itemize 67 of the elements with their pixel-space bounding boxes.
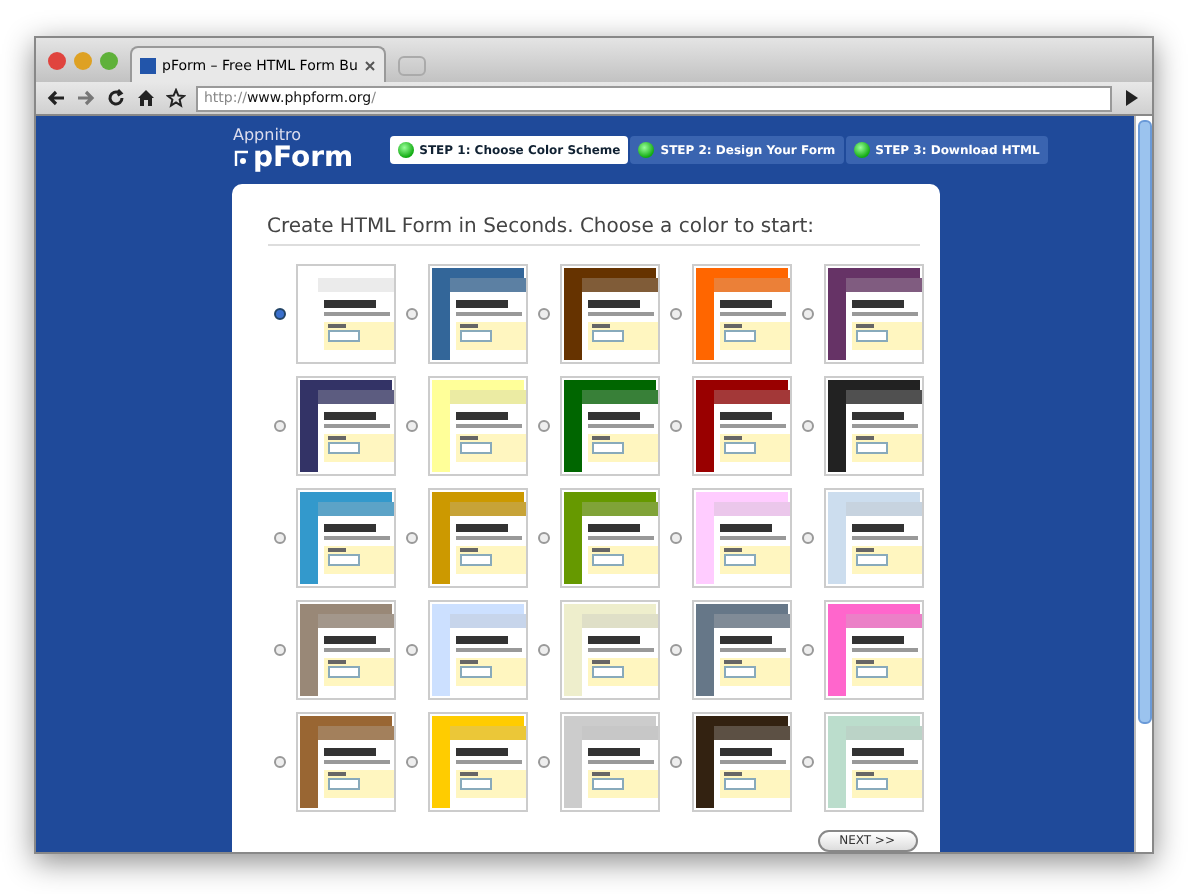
home-icon[interactable] xyxy=(136,88,156,108)
form-preview-thumbnail[interactable] xyxy=(427,600,527,700)
radio-button[interactable] xyxy=(405,644,417,656)
form-preview-thumbnail[interactable] xyxy=(559,264,659,364)
radio-button[interactable] xyxy=(273,420,285,432)
radio-button[interactable] xyxy=(405,532,417,544)
form-preview-thumbnail[interactable] xyxy=(427,712,527,812)
heading: Create HTML Form in Seconds. Choose a color to start: xyxy=(267,216,919,246)
radio-button[interactable] xyxy=(537,532,549,544)
form-preview-thumbnail[interactable] xyxy=(823,600,923,700)
step-bullet-icon xyxy=(638,142,655,158)
radio-button[interactable] xyxy=(801,308,813,320)
radio-button[interactable] xyxy=(405,420,417,432)
radio-button[interactable] xyxy=(801,532,813,544)
reload-icon[interactable] xyxy=(106,88,126,108)
radio-button[interactable] xyxy=(273,532,285,544)
step-bullet-icon xyxy=(397,142,414,158)
radio-button[interactable] xyxy=(405,756,417,768)
form-preview-thumbnail[interactable] xyxy=(691,712,791,812)
form-preview-thumbnail[interactable] xyxy=(823,264,923,364)
form-preview-thumbnail[interactable] xyxy=(691,376,791,476)
form-preview-thumbnail[interactable] xyxy=(427,376,527,476)
form-preview-thumbnail[interactable] xyxy=(691,600,791,700)
radio-button[interactable] xyxy=(537,756,549,768)
form-preview-thumbnail[interactable] xyxy=(559,488,659,588)
form-preview-thumbnail[interactable] xyxy=(295,488,395,588)
form-preview-thumbnail[interactable] xyxy=(427,264,527,364)
form-preview-thumbnail[interactable] xyxy=(691,264,791,364)
back-icon[interactable] xyxy=(46,88,66,108)
close-button[interactable] xyxy=(48,51,66,69)
scrollbar[interactable] xyxy=(1134,116,1152,852)
forward-icon[interactable] xyxy=(76,88,96,108)
radio-button[interactable] xyxy=(669,308,681,320)
form-preview-thumbnail[interactable] xyxy=(427,488,527,588)
form-preview-thumbnail[interactable] xyxy=(691,488,791,588)
form-preview-thumbnail[interactable] xyxy=(823,488,923,588)
play-icon[interactable] xyxy=(1122,88,1142,108)
form-preview-thumbnail[interactable] xyxy=(823,376,923,476)
step-bullet-icon xyxy=(853,142,870,158)
form-preview-thumbnail[interactable] xyxy=(559,600,659,700)
favicon-icon xyxy=(140,57,156,73)
logo-caption: Appnitro xyxy=(233,128,304,144)
radio-button[interactable] xyxy=(537,420,549,432)
radio-button[interactable] xyxy=(273,644,285,656)
radio-button[interactable] xyxy=(669,532,681,544)
radio-button[interactable] xyxy=(669,420,681,432)
radio-button[interactable] xyxy=(669,756,681,768)
form-preview-thumbnail[interactable] xyxy=(295,712,395,812)
radio-button[interactable] xyxy=(273,308,285,320)
form-preview-thumbnail[interactable] xyxy=(559,376,659,476)
radio-button[interactable] xyxy=(537,644,549,656)
form-preview-thumbnail[interactable] xyxy=(295,600,395,700)
radio-button[interactable] xyxy=(801,644,813,656)
radio-button[interactable] xyxy=(801,756,813,768)
radio-button[interactable] xyxy=(273,756,285,768)
radio-button[interactable] xyxy=(537,308,549,320)
radio-button[interactable] xyxy=(669,644,681,656)
radio-button[interactable] xyxy=(801,420,813,432)
logo-text: pForm xyxy=(253,144,354,172)
form-preview-thumbnail[interactable] xyxy=(823,712,923,812)
form-preview-thumbnail[interactable] xyxy=(295,376,395,476)
star-icon[interactable] xyxy=(166,88,186,108)
form-preview-thumbnail[interactable] xyxy=(295,264,395,364)
close-icon[interactable] xyxy=(364,59,376,71)
form-preview-thumbnail[interactable] xyxy=(559,712,659,812)
radio-button[interactable] xyxy=(405,308,417,320)
logo-icon xyxy=(233,149,249,167)
